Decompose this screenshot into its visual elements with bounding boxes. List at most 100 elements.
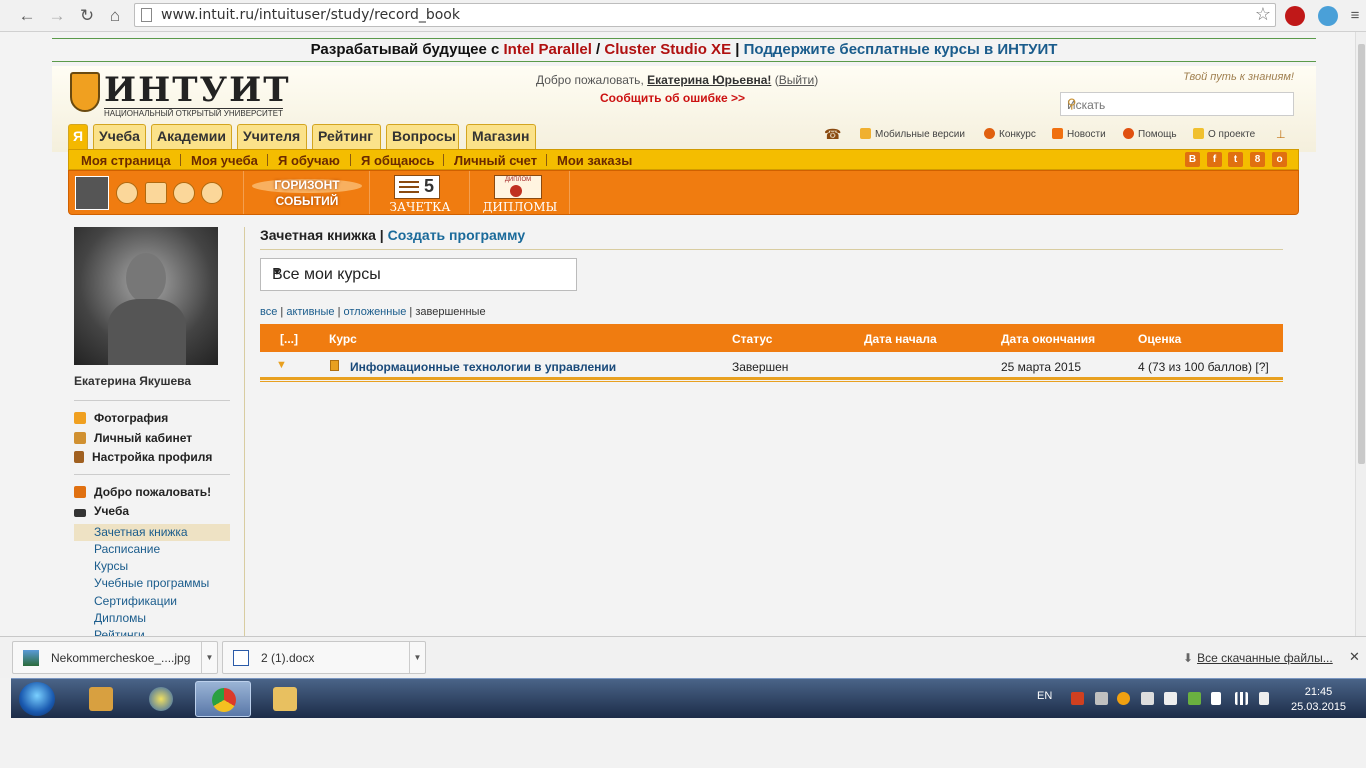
user-name-link[interactable]: Екатерина Юрьевна! [647,73,771,87]
record-book-banner[interactable]: 5 ЗАЧЕТКА [370,171,470,214]
filter-active[interactable]: активные [286,306,334,318]
filter-all[interactable]: все [260,306,277,318]
tab-academies[interactable]: Академии [151,124,232,150]
twitter-icon[interactable]: t [1228,152,1243,167]
alarm-clock-icon[interactable] [116,182,138,204]
all-downloads-link[interactable]: ⬇ Все скачанные файлы... [1183,651,1333,665]
envelope-icon[interactable] [145,182,167,204]
help-link[interactable]: Помощь [1123,128,1177,140]
address-bar[interactable]: www.intuit.ru/intuituser/study/record_bo… [134,3,1276,27]
taskbar-app-chrome[interactable] [195,681,251,717]
signal-bars-icon[interactable] [1235,692,1248,705]
tab-study[interactable]: Учеба [93,124,146,150]
col-course[interactable]: Курс [329,332,357,346]
extension-ghost-icon[interactable] [1318,6,1338,26]
language-indicator[interactable]: EN [1037,690,1052,702]
volume-icon[interactable] [1259,692,1269,705]
create-program-link[interactable]: Создать программу [388,227,526,243]
action-center-flag-icon[interactable] [1211,692,1221,705]
google-plus-icon[interactable]: 8 [1250,152,1265,167]
download-item[interactable]: 2 (1).docx ▼ [222,641,426,674]
people-icon[interactable] [173,182,195,204]
download-item[interactable]: Nekommercheskoe_....jpg ▼ [12,641,218,674]
taskbar-app-media[interactable] [133,681,189,717]
bookmark-star-icon[interactable]: ☆ [1255,4,1271,25]
facebook-icon[interactable]: f [1207,152,1222,167]
sidebar-sub-record-book[interactable]: Зачетная книжка [74,523,230,541]
tab-me[interactable]: Я [68,124,88,150]
horizon-events-banner[interactable]: ГОРИЗОНТ СОБЫТИЙ [244,171,370,214]
sidebar-sub-diplomas[interactable]: Дипломы [74,610,230,627]
news-link[interactable]: Новости [1052,128,1106,140]
tray-shield-icon[interactable] [1188,692,1201,705]
support-courses-link[interactable]: Поддержите бесплатные курсы в ИНТУИТ [744,41,1058,58]
tab-teachers[interactable]: Учителя [237,124,307,150]
taskbar-app-paint[interactable] [73,681,129,717]
taskbar-clock[interactable]: 21:45 25.03.2015 [1291,685,1346,715]
scrollbar-thumb[interactable] [1358,44,1365,464]
tray-app-icon[interactable] [1071,692,1084,705]
back-icon[interactable]: ← [16,5,38,27]
sidebar-item-welcome[interactable]: Добро пожаловать! [74,483,230,503]
sidebar-sub-certifications[interactable]: Сертификации [74,593,230,610]
report-error-link[interactable]: Сообщить об ошибке >> [600,91,745,105]
search-input[interactable]: Искать ⚲ [1060,92,1294,116]
course-name-link[interactable]: Информационные технологии в управлении [350,360,616,374]
subnav-my-page[interactable]: Моя страница [81,153,171,168]
chevron-down-icon[interactable]: ▼ [201,642,217,673]
sidebar-sub-programs[interactable]: Учебные программы [74,575,230,592]
col-grade[interactable]: Оценка [1138,332,1181,346]
user-photo[interactable] [74,227,218,365]
chevron-down-icon[interactable]: ▼ [409,642,425,673]
tab-shop[interactable]: Магазин [466,124,536,150]
close-icon[interactable]: ✕ [1349,649,1360,665]
start-button[interactable] [19,682,55,716]
reload-icon[interactable]: ↻ [76,5,98,27]
tab-questions[interactable]: Вопросы [386,124,459,150]
about-link[interactable]: О проекте [1193,128,1255,140]
taskbar-app-explorer[interactable] [257,681,313,717]
search-icon[interactable]: ⚲ [1067,96,1287,112]
diplomas-banner[interactable]: ДИПЛОМ ДИПЛОМЫ [470,171,570,214]
col-start-date[interactable]: Дата начала [864,332,937,346]
subnav-account[interactable]: Личный счет [454,153,537,168]
subnav-my-orders[interactable]: Мои заказы [557,153,632,168]
subnav-i-communicate[interactable]: Я общаюсь [361,153,434,168]
sidebar-item-cabinet[interactable]: Личный кабинет [74,429,230,449]
sidebar-item-profile-settings[interactable]: Настройка профиля [74,448,230,468]
tray-tool-icon[interactable] [1095,692,1108,705]
filter-postponed[interactable]: отложенные [344,306,407,318]
contest-link[interactable]: Конкурс [984,128,1036,140]
sidebar-item-study[interactable]: Учеба [74,502,230,522]
promo-cluster-link[interactable]: Cluster Studio XE [604,41,731,58]
subnav-i-teach[interactable]: Я обучаю [278,153,340,168]
col-end-date[interactable]: Дата окончания [1001,332,1095,346]
tray-circle-icon[interactable] [1117,692,1130,705]
odnoklassniki-icon[interactable]: о [1272,152,1287,167]
tab-rating[interactable]: Рейтинг [312,124,381,150]
sidebar-sub-ratings[interactable]: Рейтинги [74,627,230,636]
filter-completed[interactable]: завершенные [415,306,485,318]
promo-banner[interactable]: Разрабатывай будущее с Intel Parallel / … [52,38,1316,62]
expand-triangle-icon[interactable]: ▼ [276,359,287,371]
avatar-thumb[interactable] [75,176,109,210]
sitemap-icon[interactable]: ⊥ [1276,128,1286,141]
bell-icon[interactable] [201,182,223,204]
tray-device-icon[interactable] [1141,692,1154,705]
sidebar-sub-courses[interactable]: Курсы [74,558,230,575]
promo-intel-link[interactable]: Intel Parallel [504,41,592,58]
url-text[interactable]: www.intuit.ru/intuituser/study/record_bo… [161,7,460,23]
tray-usb-icon[interactable] [1164,692,1177,705]
sidebar-sub-schedule[interactable]: Расписание [74,541,230,558]
mobile-versions-link[interactable]: Мобильные версии [860,128,965,140]
logout-link[interactable]: Выйти [779,73,815,87]
sidebar-item-photo[interactable]: Фотография [74,409,230,429]
col-expand-all[interactable]: [...] [280,332,298,346]
home-icon[interactable]: ⌂ [104,5,126,27]
col-status[interactable]: Статус [732,332,772,346]
page-scrollbar[interactable] [1355,32,1366,636]
vk-icon[interactable]: В [1185,152,1200,167]
forward-icon[interactable]: → [46,5,68,27]
subnav-my-study[interactable]: Моя учеба [191,153,258,168]
extension-icon[interactable] [1285,6,1305,26]
